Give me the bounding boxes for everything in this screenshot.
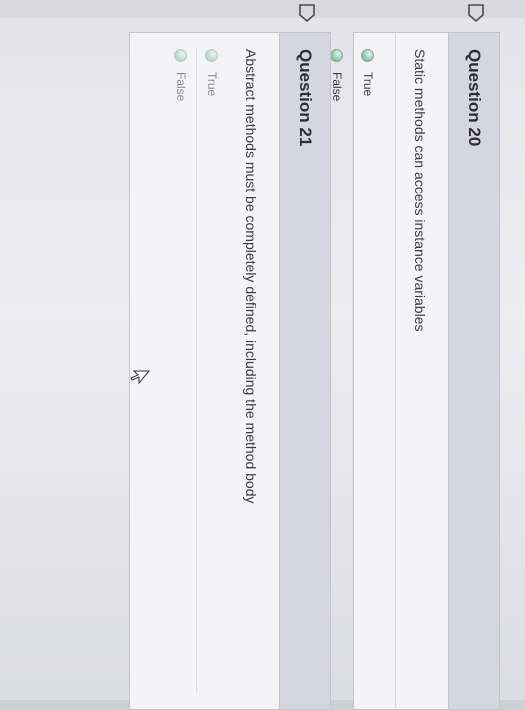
- question-text: Abstract methods must be completely defi…: [243, 49, 259, 504]
- radio-button[interactable]: [205, 49, 219, 62]
- answer-label: True: [361, 72, 375, 97]
- question-body: Abstract methods must be completely defi…: [150, 33, 279, 709]
- answer-false[interactable]: False: [166, 49, 196, 693]
- mouse-cursor-icon: [130, 370, 150, 385]
- answer-label: True: [205, 72, 219, 97]
- answer-label: False: [174, 72, 188, 102]
- question-title: Question 20: [465, 49, 484, 147]
- quiz-screen: Question 20 Static methods can access in…: [0, 0, 525, 710]
- question-text: Static methods can access instance varia…: [412, 49, 428, 332]
- divider: [395, 33, 396, 709]
- answer-label: False: [330, 72, 344, 102]
- flag-icon[interactable]: [468, 3, 484, 23]
- quiz-container: Question 20 Static methods can access in…: [129, 4, 500, 710]
- answer-true[interactable]: True: [196, 49, 227, 693]
- answer-true[interactable]: True: [352, 49, 383, 693]
- question-title: Question 21: [296, 49, 315, 147]
- flag-icon[interactable]: [299, 3, 315, 23]
- question-21: Question 21 Abstract methods must be com…: [129, 4, 331, 710]
- left-margin-strip: [0, 0, 525, 18]
- radio-button[interactable]: [361, 49, 375, 62]
- radio-button[interactable]: [330, 49, 344, 62]
- question-header: Question 21: [279, 33, 330, 709]
- question-20: Question 20 Static methods can access in…: [330, 4, 500, 710]
- radio-button[interactable]: [174, 49, 188, 62]
- question-header: Question 20: [448, 33, 499, 709]
